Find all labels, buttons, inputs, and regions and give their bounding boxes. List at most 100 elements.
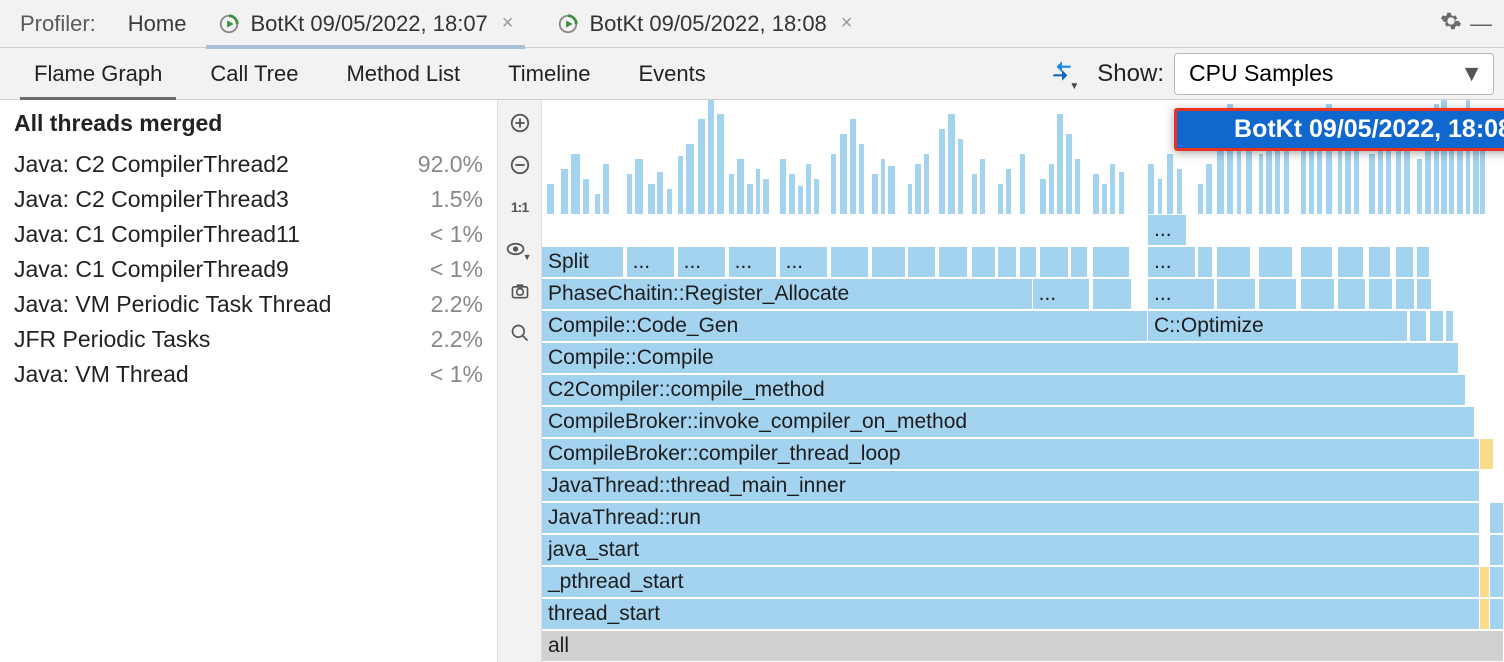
flame-cell[interactable] [1301, 246, 1333, 277]
thread-row[interactable]: Java: C2 CompilerThread292.0% [14, 147, 483, 182]
flame-cell[interactable]: Compile::Code_Gen [542, 310, 1148, 341]
flame-cell[interactable] [1396, 246, 1413, 277]
thread-row[interactable]: Java: VM Thread< 1% [14, 357, 483, 392]
compare-snapshots-icon[interactable]: ▼ [1047, 58, 1077, 90]
profiler-tab-1-label: BotKt 09/05/2022, 18:08 [589, 11, 826, 37]
tab-method-list[interactable]: Method List [322, 48, 484, 100]
flame-cell[interactable] [1093, 278, 1131, 309]
flame-cell[interactable] [1490, 566, 1504, 597]
flame-cell[interactable] [1446, 310, 1454, 341]
flame-cell[interactable] [1430, 310, 1444, 341]
flame-cell[interactable]: CompileBroker::compiler_thread_loop [542, 438, 1480, 469]
flame-cell[interactable]: JavaThread::run [542, 502, 1480, 533]
thread-pct: < 1% [430, 221, 483, 248]
thread-row[interactable]: Java: C1 CompilerThread9< 1% [14, 252, 483, 287]
flame-cell[interactable] [1338, 246, 1365, 277]
flame-cell[interactable] [1301, 278, 1335, 309]
thread-name: Java: VM Periodic Task Thread [14, 291, 331, 318]
flame-cell[interactable]: ... [678, 246, 726, 277]
gear-icon[interactable] [1436, 10, 1466, 38]
flame-cell[interactable] [908, 246, 937, 277]
profiler-tab-0-label: BotKt 09/05/2022, 18:07 [250, 11, 487, 37]
flame-cell[interactable]: all [542, 630, 1504, 661]
flame-cell[interactable] [998, 246, 1017, 277]
flame-cell[interactable]: C2Compiler::compile_method [542, 374, 1466, 405]
flame-cell[interactable] [1093, 246, 1130, 277]
flame-cell[interactable] [1410, 310, 1427, 341]
tab-events[interactable]: Events [615, 48, 730, 100]
flame-cell[interactable]: ... [1148, 278, 1215, 309]
flame-cell[interactable]: CompileBroker::invoke_compiler_on_method [542, 406, 1475, 437]
flame-cell[interactable]: ... [1148, 214, 1186, 245]
thread-name: Java: C2 CompilerThread2 [14, 151, 289, 178]
profiler-tab-0[interactable]: BotKt 09/05/2022, 18:07 × [206, 0, 525, 48]
thread-row[interactable]: Java: C1 CompilerThread11< 1% [14, 217, 483, 252]
flame-cell[interactable] [1217, 246, 1251, 277]
flame-cell[interactable] [1217, 278, 1255, 309]
flame-cell[interactable] [972, 246, 996, 277]
flame-cell[interactable] [1480, 598, 1490, 629]
flame-cell[interactable]: java_start [542, 534, 1480, 565]
thread-pct: < 1% [430, 361, 483, 388]
compare-popup-item[interactable]: BotKt 09/05/2022, 18:08 [1174, 108, 1504, 151]
flame-cell[interactable] [1369, 278, 1393, 309]
flame-cell[interactable] [1338, 278, 1367, 309]
flame-cell[interactable]: Split [542, 246, 624, 277]
minimize-icon[interactable]: — [1466, 11, 1496, 37]
tab-flame-graph[interactable]: Flame Graph [10, 48, 186, 100]
flame-cell[interactable]: PhaseChaitin::Register_Allocate [542, 278, 1033, 309]
flame-cell[interactable] [1417, 246, 1430, 277]
flame-cell[interactable] [1490, 502, 1504, 533]
flame-cell[interactable] [1490, 598, 1504, 629]
flame-cell[interactable] [1040, 246, 1069, 277]
flame-cell[interactable] [1417, 278, 1431, 309]
flame-cell[interactable] [1259, 246, 1294, 277]
thread-row[interactable]: Java: C2 CompilerThread31.5% [14, 182, 483, 217]
tab-timeline[interactable]: Timeline [484, 48, 614, 100]
flame-cell[interactable] [1480, 566, 1490, 597]
tab-call-tree[interactable]: Call Tree [186, 48, 322, 100]
flame-cell[interactable] [939, 246, 968, 277]
flame-cell[interactable]: _pthread_start [542, 566, 1480, 597]
zoom-reset-icon[interactable]: 1:1 [505, 192, 535, 222]
flame-cell[interactable] [1490, 534, 1504, 565]
presentation-icon[interactable]: ▼ [505, 234, 535, 264]
flame-cell[interactable]: ... [627, 246, 675, 277]
thread-list: All threads merged Java: C2 CompilerThre… [0, 100, 498, 662]
body: All threads merged Java: C2 CompilerThre… [0, 100, 1504, 662]
flame-cell[interactable]: ... [780, 246, 828, 277]
search-icon[interactable] [505, 318, 535, 348]
flame-cell[interactable]: ... [1148, 246, 1196, 277]
flame-cell[interactable] [831, 246, 869, 277]
close-icon[interactable]: × [502, 12, 514, 35]
flame-cell[interactable] [1071, 246, 1088, 277]
flame-cell[interactable] [1020, 246, 1037, 277]
run-profile-icon [218, 13, 240, 35]
thread-name: JFR Periodic Tasks [14, 326, 210, 353]
thread-row[interactable]: Java: VM Periodic Task Thread2.2% [14, 287, 483, 322]
flame-cell[interactable] [1198, 246, 1213, 277]
thread-pct: < 1% [430, 256, 483, 283]
flame-cell[interactable] [1369, 246, 1391, 277]
flame-cell[interactable] [1396, 278, 1415, 309]
flame-cell[interactable]: JavaThread::thread_main_inner [542, 470, 1480, 501]
flame-cell[interactable]: Compile::Compile [542, 342, 1459, 373]
profiler-tab-1[interactable]: BotKt 09/05/2022, 18:08 × [545, 0, 864, 48]
thread-pct: 1.5% [431, 186, 483, 213]
flame-cell[interactable]: ... [729, 246, 777, 277]
flame-graph[interactable]: allthread_start_pthread_startjava_startJ… [542, 100, 1504, 662]
close-icon[interactable]: × [841, 12, 853, 35]
flame-cell[interactable]: thread_start [542, 598, 1480, 629]
home-tab[interactable]: Home [108, 11, 207, 37]
show-select[interactable]: CPU Samples ▼ BotKt 09/05/2022, 18:08 [1174, 53, 1494, 95]
flame-cell[interactable] [1480, 438, 1494, 469]
flame-tool-strip: 1:1 ▼ [498, 100, 542, 662]
thread-row[interactable]: JFR Periodic Tasks2.2% [14, 322, 483, 357]
zoom-in-icon[interactable] [505, 108, 535, 138]
flame-cell[interactable]: C::Optimize [1148, 310, 1408, 341]
flame-cell[interactable] [872, 246, 906, 277]
zoom-out-icon[interactable] [505, 150, 535, 180]
flame-cell[interactable]: ... [1033, 278, 1091, 309]
screenshot-icon[interactable] [505, 276, 535, 306]
flame-cell[interactable] [1259, 278, 1297, 309]
